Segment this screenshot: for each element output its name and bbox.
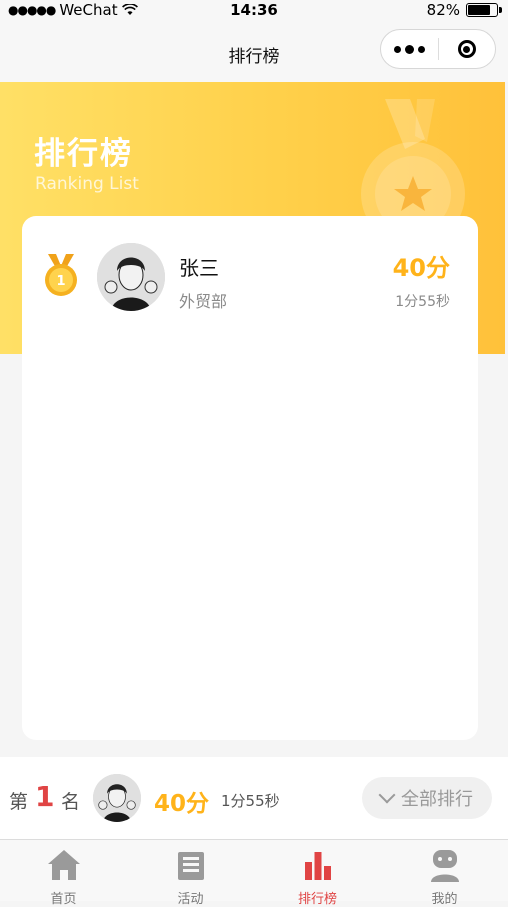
user-time: 1分55秒 — [395, 294, 450, 310]
my-time: 1分55秒 — [221, 792, 280, 810]
battery-percent: 82% — [426, 1, 460, 19]
user-name: 张三 — [179, 256, 219, 280]
battery-icon — [466, 3, 502, 17]
medal-rank-number: 1 — [56, 274, 65, 289]
target-icon — [457, 40, 476, 58]
my-avatar — [93, 774, 141, 822]
my-rank-number: 1 — [35, 780, 55, 813]
user-score: 40分 — [392, 254, 450, 282]
home-icon — [47, 850, 80, 880]
activity-icon — [177, 852, 204, 880]
tab-profile[interactable]: 我的 — [381, 840, 508, 907]
more-menu-button[interactable] — [381, 44, 438, 54]
my-score: 40分 — [154, 791, 210, 817]
tab-label-ranking: 排行榜 — [297, 892, 337, 907]
tab-ranking[interactable]: 排行榜 — [254, 840, 381, 907]
my-rank-suffix: 名 — [61, 791, 81, 813]
tab-home[interactable]: 首页 — [0, 840, 127, 907]
my-rank-bar: 第 1 名 40分 1分55秒 全部排行 — [0, 757, 508, 839]
close-miniprogram-button[interactable] — [439, 40, 496, 58]
avatar — [97, 243, 165, 311]
tab-label-profile: 我的 — [431, 892, 458, 907]
gold-medal-icon: 1 — [45, 254, 77, 296]
tab-label-activity: 活动 — [177, 892, 204, 907]
battery-info: 82% — [426, 1, 502, 19]
tab-activity[interactable]: 活动 — [127, 840, 254, 907]
miniprogram-capsule — [380, 29, 496, 69]
avatar-image — [97, 243, 165, 311]
tab-bar: 首页 活动 排行榜 我的 — [0, 839, 508, 907]
banner-title: 排行榜 — [34, 136, 133, 172]
ranking-row[interactable]: 1 张三 外贸部 40分 1分55秒 — [22, 216, 478, 316]
nav-bar: 排行榜 — [0, 22, 508, 82]
ranking-card: 1 张三 外贸部 40分 1分55秒 — [22, 216, 478, 740]
all-ranking-button[interactable]: 全部排行 — [362, 777, 492, 819]
all-ranking-label: 全部排行 — [401, 789, 473, 810]
banner-subtitle: Ranking List — [35, 174, 139, 194]
chevron-down-icon — [378, 786, 396, 804]
user-department: 外贸部 — [179, 292, 228, 311]
my-avatar-image — [93, 774, 141, 822]
battery-level — [468, 5, 490, 15]
profile-icon — [430, 850, 459, 882]
my-rank-prefix: 第 — [9, 791, 29, 813]
tab-label-home: 首页 — [50, 892, 77, 907]
status-bar: ●●●●● WeChat 14:36 82% — [0, 0, 508, 22]
ranking-icon — [304, 852, 331, 880]
